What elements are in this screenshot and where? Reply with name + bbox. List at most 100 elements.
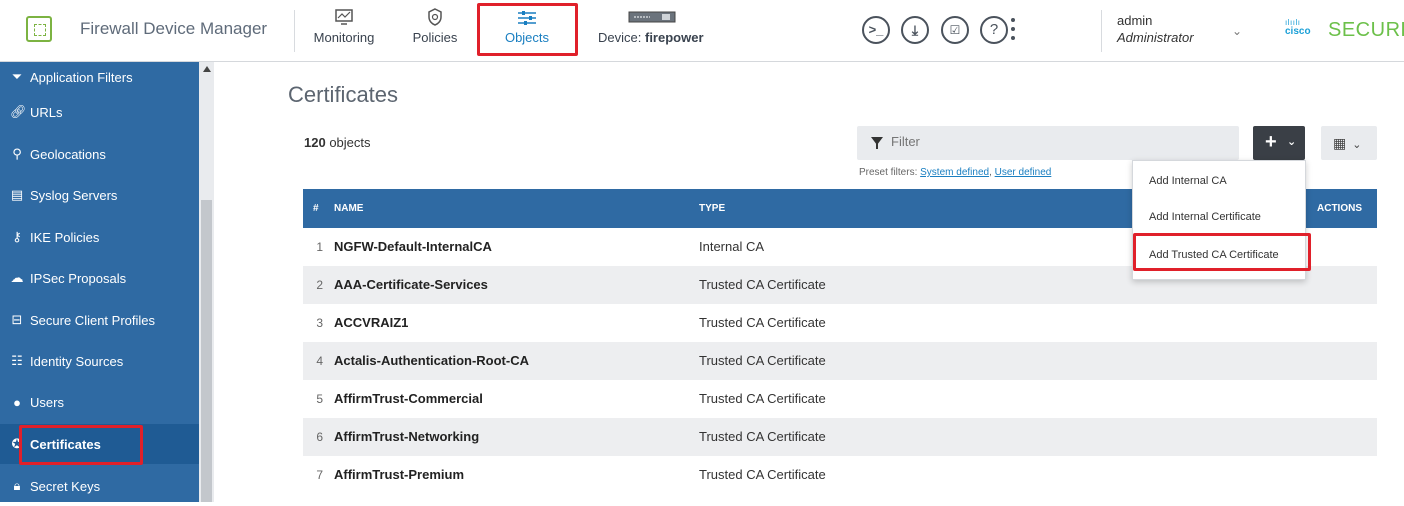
sidebar-item-label: Geolocations xyxy=(30,146,106,162)
fdm-logo-icon xyxy=(26,16,52,42)
plus-icon: + xyxy=(1265,131,1277,153)
row-type: Trusted CA Certificate xyxy=(699,315,826,330)
nav-policies[interactable]: Policies xyxy=(407,6,463,54)
sidebar-item-identity-sources[interactable]: ☷ Identity Sources xyxy=(0,341,199,381)
user-role: Administrator xyxy=(1117,30,1194,45)
table-row[interactable]: 3 ACCVRAIZ1 Trusted CA Certificate xyxy=(303,304,1377,342)
location-pin-icon: ⚲ xyxy=(12,146,22,161)
lock-icon: 🔒︎ xyxy=(13,478,21,493)
row-number: 7 xyxy=(316,468,323,482)
sidebar-item-label: Secure Client Profiles xyxy=(30,312,155,328)
row-type: Trusted CA Certificate xyxy=(699,467,826,482)
key-icon: ⚷ xyxy=(12,229,22,244)
sidebar-item-application-filters[interactable]: ⏷ Application Filters xyxy=(0,62,199,92)
preset-user-defined-link[interactable]: User defined xyxy=(995,167,1052,178)
row-name: Actalis-Authentication-Root-CA xyxy=(334,353,529,368)
sidebar-item-label: URLs xyxy=(30,104,63,120)
filter-icon xyxy=(871,137,883,149)
preset-label: Preset filters: xyxy=(859,167,918,178)
nav-monitoring[interactable]: Monitoring xyxy=(309,6,379,54)
row-type: Trusted CA Certificate xyxy=(699,277,826,292)
sidebar-item-label: Secret Keys xyxy=(30,478,101,494)
chevron-down-icon: ⌄ xyxy=(1287,136,1297,148)
highlight-objects xyxy=(477,3,578,56)
nav-device[interactable]: Device: firepower xyxy=(598,6,708,54)
add-button[interactable]: + ⌄ xyxy=(1253,126,1305,160)
row-name: AffirmTrust-Premium xyxy=(334,467,465,482)
divider xyxy=(294,10,295,52)
chevron-down-icon: ⌄ xyxy=(1352,139,1362,151)
header-num: # xyxy=(313,203,319,214)
sidebar-item-users[interactable]: ● Users xyxy=(0,382,199,422)
row-name: NGFW-Default-InternalCA xyxy=(334,239,492,254)
sidebar-item-label: Application Filters xyxy=(30,69,133,85)
row-type: Trusted CA Certificate xyxy=(699,353,826,368)
row-number: 6 xyxy=(316,430,323,444)
divider xyxy=(1101,10,1102,52)
page-title: Certificates xyxy=(288,82,399,107)
table-row[interactable]: 5 AffirmTrust-Commercial Trusted CA Cert… xyxy=(303,380,1377,418)
highlight-certificates xyxy=(19,425,143,465)
preset-separator: , xyxy=(989,167,992,178)
sidebar-item-secret-keys[interactable]: 🔒︎ Secret Keys xyxy=(0,466,199,506)
sidebar-item-label: IPSec Proposals xyxy=(30,270,127,286)
bulk-actions-icon: ▦ xyxy=(1333,135,1347,151)
secure-wordmark: SECURE xyxy=(1328,19,1404,41)
table-row[interactable]: 7 AffirmTrust-Premium Trusted CA Certifi… xyxy=(303,456,1377,494)
table-row[interactable]: 4 Actalis-Authentication-Root-CA Trusted… xyxy=(303,342,1377,380)
bulk-actions-button[interactable]: ▦ ⌄ xyxy=(1321,126,1377,160)
help-icon[interactable]: ? xyxy=(980,16,1008,44)
object-count-number: 120 xyxy=(304,135,326,150)
cloud-lock-icon: ☁ xyxy=(10,270,24,285)
nav-label: Monitoring xyxy=(313,30,375,45)
nav-label: Policies xyxy=(412,30,458,45)
row-number: 4 xyxy=(316,354,323,368)
row-type: Trusted CA Certificate xyxy=(699,429,826,444)
task-list-icon[interactable]: ☑ xyxy=(941,16,969,44)
row-name: ACCVRAIZ1 xyxy=(334,315,409,330)
menu-add-internal-ca[interactable]: Add Internal CA xyxy=(1133,163,1307,199)
device-icon xyxy=(628,11,676,23)
filter-input[interactable] xyxy=(891,134,1221,149)
sidebar-item-ike-policies[interactable]: ⚷ IKE Policies xyxy=(0,217,199,257)
sidebar-item-label: Users xyxy=(30,394,64,410)
row-name: AffirmTrust-Networking xyxy=(334,429,480,444)
preset-system-defined-link[interactable]: System defined xyxy=(920,167,989,178)
sidebar-item-ipsec-proposals[interactable]: ☁ IPSec Proposals xyxy=(0,258,199,298)
object-count-suffix: objects xyxy=(325,135,371,150)
device-name: firepower xyxy=(644,30,704,45)
scrollbar-thumb[interactable] xyxy=(201,200,212,502)
header-actions: ACTIONS xyxy=(1317,203,1362,214)
highlight-add-trusted-ca xyxy=(1133,233,1311,271)
cisco-wordmark: cisco xyxy=(1285,26,1311,37)
filter-box[interactable] xyxy=(857,126,1239,160)
sidebar-item-secure-client-profiles[interactable]: ⊟ Secure Client Profiles xyxy=(0,300,199,340)
sidebar-scrollbar[interactable] xyxy=(199,62,214,502)
user-name[interactable]: admin xyxy=(1117,13,1152,28)
row-number: 5 xyxy=(316,392,323,406)
row-type: Trusted CA Certificate xyxy=(699,391,826,406)
header-type[interactable]: TYPE xyxy=(699,203,725,214)
cli-console-icon[interactable]: >_ xyxy=(862,16,890,44)
row-number: 1 xyxy=(316,240,323,254)
filter-icon: ⏷ xyxy=(11,69,23,84)
more-options-icon[interactable] xyxy=(1010,16,1016,44)
header-name[interactable]: NAME xyxy=(334,203,363,214)
menu-add-internal-certificate[interactable]: Add Internal Certificate xyxy=(1133,199,1307,235)
server-icon: ▤ xyxy=(10,187,24,202)
scroll-up-icon[interactable] xyxy=(203,66,211,72)
sidebar-item-urls[interactable]: 🔗︎ URLs xyxy=(0,92,199,132)
app-title: Firewall Device Manager xyxy=(80,19,268,38)
object-count: 120 objects xyxy=(304,135,371,150)
sidebar-item-syslog-servers[interactable]: ▤ Syslog Servers xyxy=(0,175,199,215)
table-row[interactable]: 6 AffirmTrust-Networking Trusted CA Cert… xyxy=(303,418,1377,456)
cisco-logo: ılıılı cisco xyxy=(1285,18,1311,37)
preset-filters: Preset filters: System defined, User def… xyxy=(859,167,1051,178)
row-name: AffirmTrust-Commercial xyxy=(334,391,483,406)
sidebar-item-label: IKE Policies xyxy=(30,229,100,245)
deploy-icon[interactable]: ⤓ xyxy=(901,16,929,44)
chevron-down-icon[interactable]: ⌄ xyxy=(1232,24,1242,38)
row-number: 2 xyxy=(316,278,323,292)
row-number: 3 xyxy=(316,316,323,330)
sidebar-item-geolocations[interactable]: ⚲ Geolocations xyxy=(0,134,199,174)
